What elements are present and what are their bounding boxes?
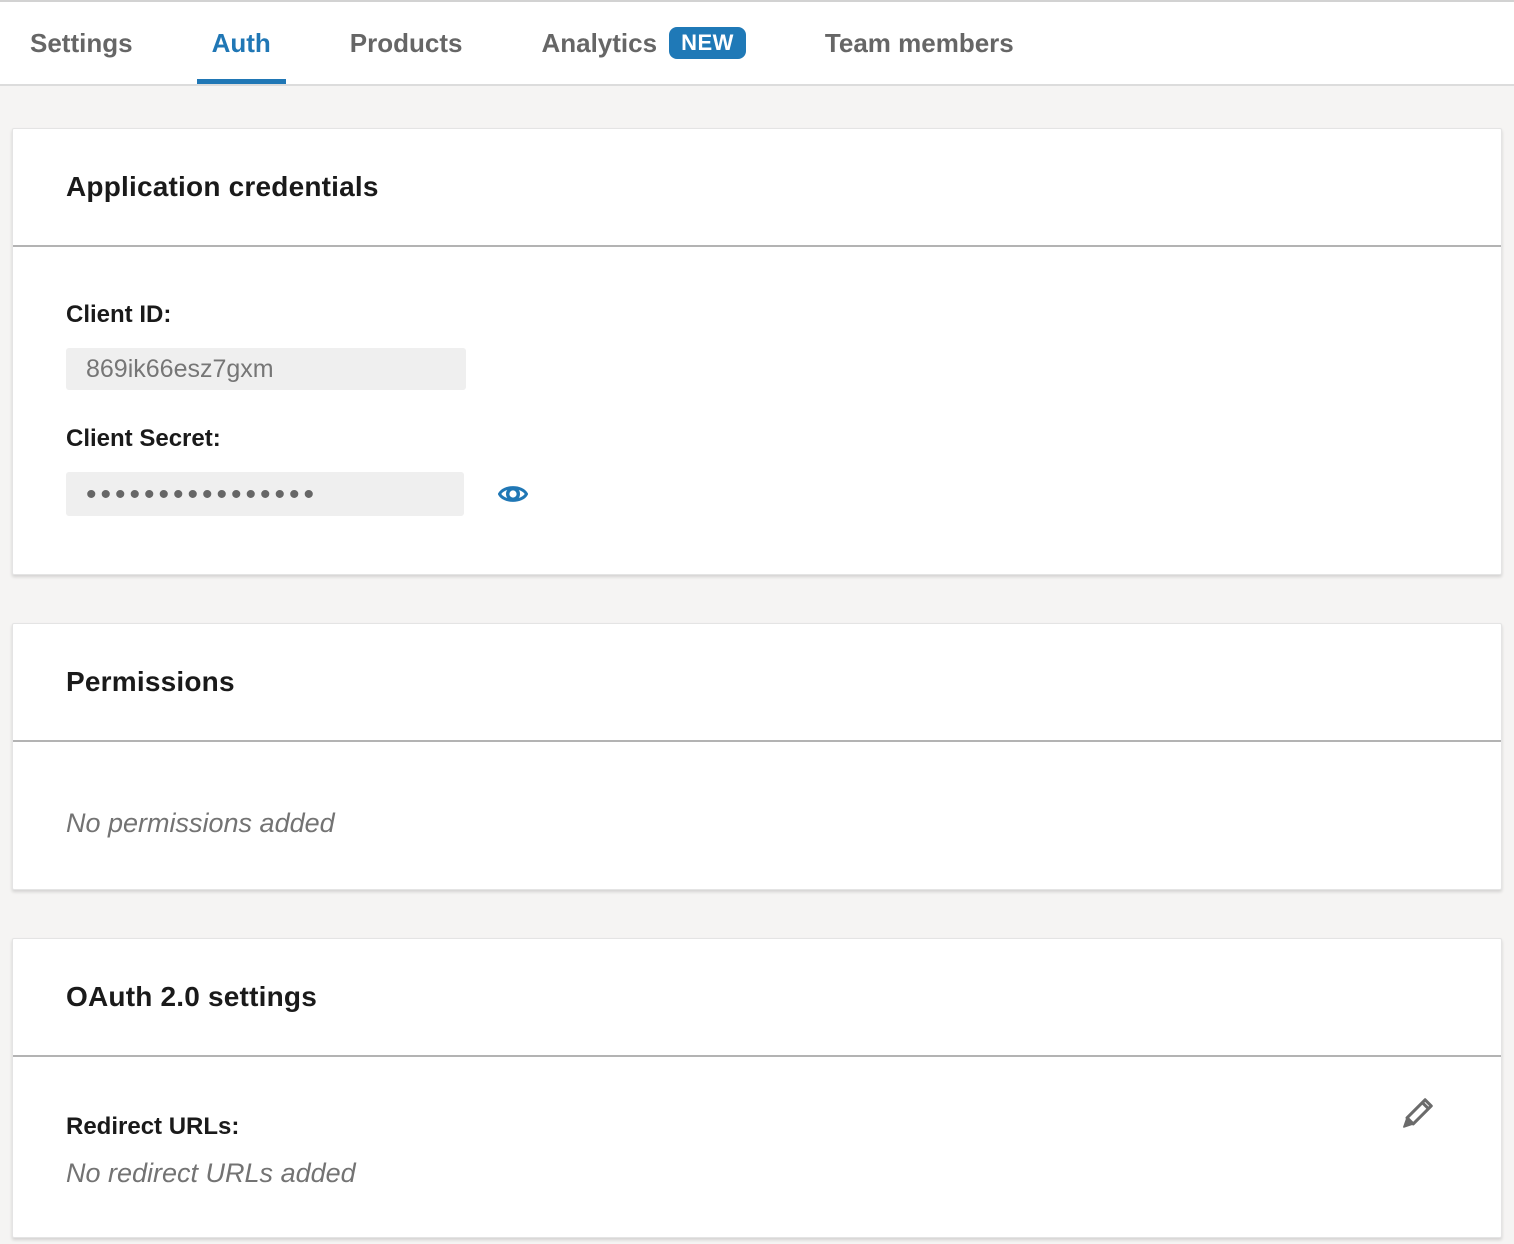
permissions-header: Permissions xyxy=(13,624,1501,742)
tab-analytics-label: Analytics xyxy=(541,28,657,59)
application-credentials-card: Application credentials Client ID: 869ik… xyxy=(12,128,1502,575)
permissions-empty-text: No permissions added xyxy=(66,808,1448,839)
client-id-value: 869ik66esz7gxm xyxy=(86,355,274,384)
tab-auth-label: Auth xyxy=(212,28,271,59)
tab-products[interactable]: Products xyxy=(335,2,478,84)
application-credentials-header: Application credentials xyxy=(13,129,1501,247)
oauth-settings-header: OAuth 2.0 settings xyxy=(13,939,1501,1057)
oauth-settings-body: Redirect URLs: No redirect URLs added xyxy=(13,1057,1501,1237)
client-id-label: Client ID: xyxy=(66,300,1448,330)
tab-team-members-label: Team members xyxy=(825,28,1014,59)
application-credentials-body: Client ID: 869ik66esz7gxm Client Secret:… xyxy=(13,247,1501,574)
oauth-settings-card: OAuth 2.0 settings Redirect URLs: No red… xyxy=(12,938,1502,1238)
client-id-field[interactable]: 869ik66esz7gxm xyxy=(66,348,466,390)
eye-icon xyxy=(497,478,529,510)
pencil-icon xyxy=(1395,1090,1441,1136)
tab-products-label: Products xyxy=(350,28,463,59)
client-secret-label: Client Secret: xyxy=(66,424,1448,454)
permissions-card: Permissions No permissions added xyxy=(12,623,1502,890)
client-secret-field[interactable]: •••••••••••••••• xyxy=(66,472,464,516)
tab-analytics[interactable]: Analytics NEW xyxy=(526,2,760,84)
client-secret-masked-value: •••••••••••••••• xyxy=(86,480,318,510)
tab-auth[interactable]: Auth xyxy=(197,2,286,84)
permissions-body: No permissions added xyxy=(13,742,1501,889)
edit-redirect-urls-button[interactable] xyxy=(1395,1090,1441,1136)
reveal-secret-button[interactable] xyxy=(497,478,529,510)
tab-settings[interactable]: Settings xyxy=(15,2,148,84)
redirect-urls-empty-text: No redirect URLs added xyxy=(66,1158,1448,1189)
oauth-settings-title: OAuth 2.0 settings xyxy=(66,981,317,1013)
tab-bar: Settings Auth Products Analytics NEW Tea… xyxy=(0,0,1514,86)
page-content: Application credentials Client ID: 869ik… xyxy=(0,86,1514,1238)
tab-settings-label: Settings xyxy=(30,28,133,59)
redirect-urls-label: Redirect URLs: xyxy=(66,1112,1448,1142)
client-secret-row: •••••••••••••••• xyxy=(66,472,1448,516)
application-credentials-title: Application credentials xyxy=(66,171,379,203)
new-badge: NEW xyxy=(669,27,746,59)
tab-team-members[interactable]: Team members xyxy=(810,2,1029,84)
permissions-title: Permissions xyxy=(66,666,235,698)
